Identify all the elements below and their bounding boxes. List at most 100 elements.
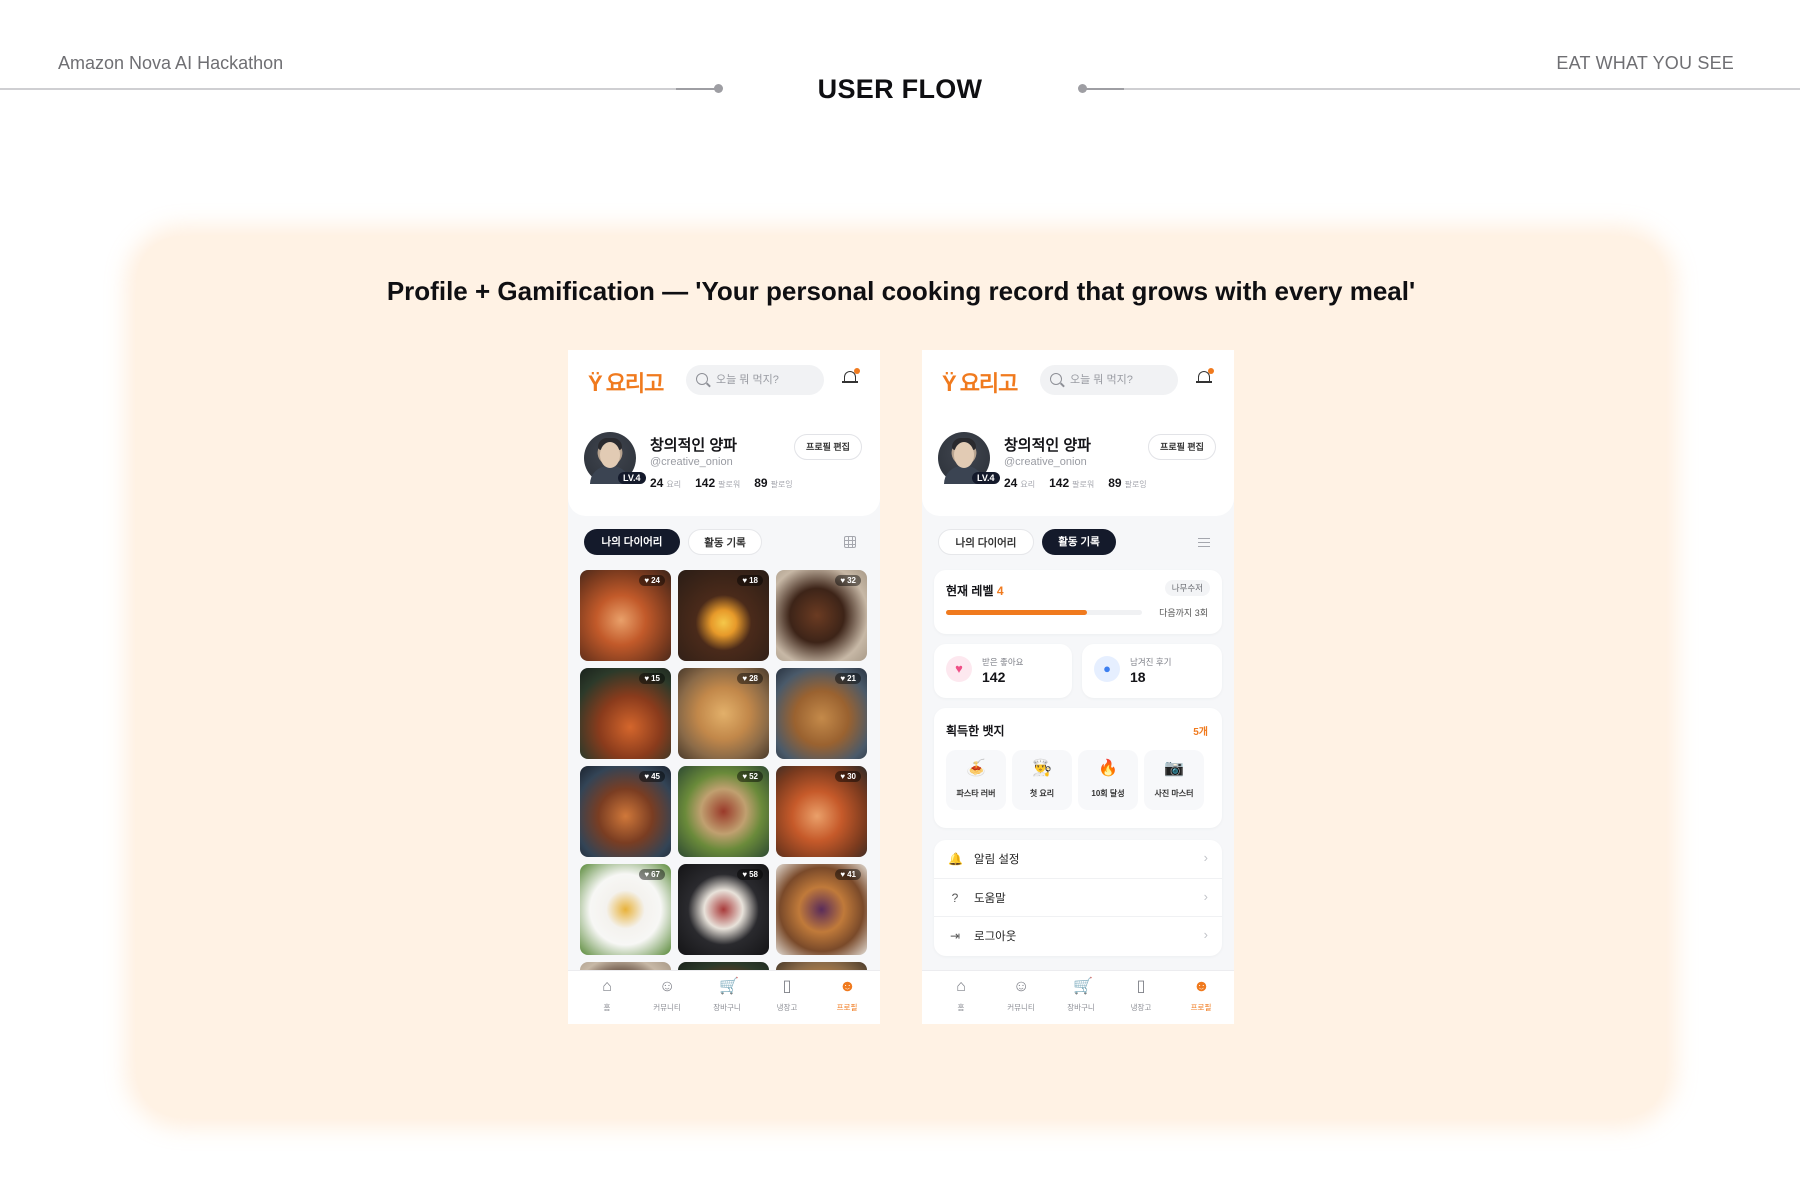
nav-label: 냉장고 [776, 1003, 798, 1012]
nav-label: 냉장고 [1130, 1003, 1152, 1012]
badges-title: 획득한 뱃지 [946, 724, 1005, 738]
nav-item-profile[interactable]: ☻ 프로필 [1170, 971, 1232, 1024]
badge-item[interactable]: 🔥 10회 달성 [1078, 750, 1138, 810]
list-view-icon[interactable] [1198, 538, 1210, 547]
stat-following-label[interactable]: 팔로잉 [1125, 480, 1147, 489]
nav-item-fridge[interactable]: ▯ 냉장고 [1110, 971, 1172, 1024]
diary-photo[interactable]: 30 [776, 766, 867, 857]
diary-photo[interactable]: 24 [580, 570, 671, 661]
level-number: 4 [996, 584, 1004, 598]
fire-icon: 🔥 [1098, 760, 1118, 777]
tab-diary[interactable]: 나의 다이어리 [938, 529, 1034, 555]
badge-item[interactable]: 👨‍🍳 첫 요리 [1012, 750, 1072, 810]
badge-label: 사진 마스터 [1154, 789, 1194, 798]
nav-item-cart[interactable]: 🛒 장바구니 [696, 971, 758, 1024]
menu-item-label: 도움말 [974, 893, 1006, 905]
search-icon [1050, 373, 1062, 385]
home-icon: ⌂ [956, 978, 966, 995]
stat-following-value[interactable]: 89 [754, 476, 767, 490]
diary-photo[interactable]: 52 [678, 766, 769, 857]
menu-item[interactable]: ? 도움말 › [934, 878, 1222, 916]
diary-photo[interactable]: 32 [776, 570, 867, 661]
profile-card: LV.4 창의적인 양파 @creative_onion 24 요리 142 팔로워 8… [568, 410, 880, 516]
badge-item[interactable]: 🍝 파스타 러버 [946, 750, 1006, 810]
stat-likes-value: 142 [982, 669, 1006, 685]
diary-photo[interactable]: 15 [580, 668, 671, 759]
menu-item[interactable]: 🔔 알림 설정 › [934, 840, 1222, 878]
level-card: 현재 레벨 4 나무수저 다음까지 3회 [934, 570, 1222, 634]
diary-photo[interactable]: 18 [678, 570, 769, 661]
header-rule-dot-right [1078, 84, 1087, 93]
nav-label: 커뮤니티 [653, 1003, 681, 1012]
chef-icon: 👨‍🍳 [1032, 760, 1052, 777]
nav-item-fridge[interactable]: ▯ 냉장고 [756, 971, 818, 1024]
stat-following-label[interactable]: 팔로잉 [771, 480, 793, 489]
diary-photo[interactable]: 41 [776, 864, 867, 955]
home-icon: ⌂ [602, 978, 612, 995]
nav-label: 커뮤니티 [1007, 1003, 1035, 1012]
profile-icon: ☻ [1193, 978, 1210, 995]
diary-photo[interactable]: 58 [678, 864, 769, 955]
diary-photo[interactable] [580, 962, 671, 970]
fridge-icon: ▯ [1136, 978, 1146, 995]
photo-like-count: 21 [835, 673, 861, 684]
level-badge: LV.4 [972, 472, 1000, 484]
diary-photo[interactable] [678, 962, 769, 970]
nav-label: 장바구니 [1067, 1003, 1095, 1012]
nav-item-home[interactable]: ⌂ 홈 [576, 971, 638, 1024]
search-input[interactable]: 오늘 뭐 먹지? [1040, 365, 1178, 395]
stat-followers-label[interactable]: 팔로워 [718, 480, 740, 489]
photo-like-count: 28 [737, 673, 763, 684]
app-top-bar: Ÿ 요리고 오늘 뭐 먹지? [922, 350, 1234, 410]
nav-item-profile[interactable]: ☻ 프로필 [816, 971, 878, 1024]
stat-card-likes[interactable]: ♥ 받은 좋아요 142 [934, 644, 1072, 698]
badge-item[interactable]: 📷 사진 마스터 [1144, 750, 1204, 810]
nav-item-community[interactable]: ☺ 커뮤니티 [990, 971, 1052, 1024]
menu-item[interactable]: ⇥ 로그아웃 › [934, 916, 1222, 954]
level-title: 현재 레벨 4 [946, 584, 1004, 598]
notification-bell-icon[interactable] [842, 368, 860, 386]
nav-item-community[interactable]: ☺ 커뮤니티 [636, 971, 698, 1024]
stat-followers-label[interactable]: 팔로워 [1072, 480, 1094, 489]
stat-followers-value[interactable]: 142 [1049, 476, 1069, 490]
diary-photo[interactable]: 21 [776, 668, 867, 759]
bell-icon: 🔔 [948, 852, 963, 866]
header-rule-accent-right [1082, 88, 1124, 90]
stat-followers-value[interactable]: 142 [695, 476, 715, 490]
stat-reviews-label: 남겨진 후기 [1130, 657, 1172, 667]
header-rule-left [0, 88, 718, 90]
bottom-nav: ⌂ 홈 ☺ 커뮤니티 🛒 장바구니 ▯ 냉장고 ☻ 프로필 [922, 970, 1234, 1024]
chevron-right-icon: › [1203, 889, 1208, 904]
stat-card-reviews[interactable]: ● 남겨진 후기 18 [1082, 644, 1222, 698]
nav-item-cart[interactable]: 🛒 장바구니 [1050, 971, 1112, 1024]
photo-like-count: 24 [639, 575, 665, 586]
badge-row[interactable]: 🍝파스타 러버👨‍🍳첫 요리🔥10회 달성📷사진 마스터⭐초 [946, 750, 1210, 812]
nav-item-home[interactable]: ⌂ 홈 [930, 971, 992, 1024]
chevron-right-icon: › [1203, 850, 1208, 865]
diary-photo[interactable]: 28 [678, 668, 769, 759]
app-logo[interactable]: Ÿ 요리고 [588, 366, 664, 398]
diary-photo[interactable]: 67 [580, 864, 671, 955]
stat-likes-label: 받은 좋아요 [982, 657, 1024, 667]
profile-icon: ☻ [839, 978, 856, 995]
edit-profile-button[interactable]: 프로필 편집 [1148, 434, 1216, 460]
project-tagline: EAT WHAT YOU SEE [1556, 53, 1734, 73]
search-input[interactable]: 오늘 뭐 먹지? [686, 365, 824, 395]
chevron-right-icon: › [1203, 927, 1208, 942]
diary-photo[interactable]: 45 [580, 766, 671, 857]
notification-bell-icon[interactable] [1196, 368, 1214, 386]
level-progress-fill [946, 610, 1088, 615]
cart-icon: 🛒 [1073, 978, 1093, 995]
search-placeholder: 오늘 뭐 먹지? [716, 374, 779, 386]
diary-photo-grid: 24 18 32 15 28 21 45 52 30 67 58 41 [580, 570, 868, 970]
grid-view-icon[interactable] [844, 536, 856, 548]
edit-profile-button[interactable]: 프로필 편집 [794, 434, 862, 460]
app-logo[interactable]: Ÿ 요리고 [942, 366, 1018, 398]
settings-menu: 🔔 알림 설정 ›? 도움말 › ⇥ 로그아웃 › [934, 840, 1222, 956]
tab-activity[interactable]: 활동 기록 [688, 529, 762, 555]
level-next-text: 다음까지 3회 [1159, 608, 1208, 618]
diary-photo[interactable] [776, 962, 867, 970]
stat-following-value[interactable]: 89 [1108, 476, 1121, 490]
tab-activity[interactable]: 활동 기록 [1042, 529, 1116, 555]
tab-diary[interactable]: 나의 다이어리 [584, 529, 680, 555]
